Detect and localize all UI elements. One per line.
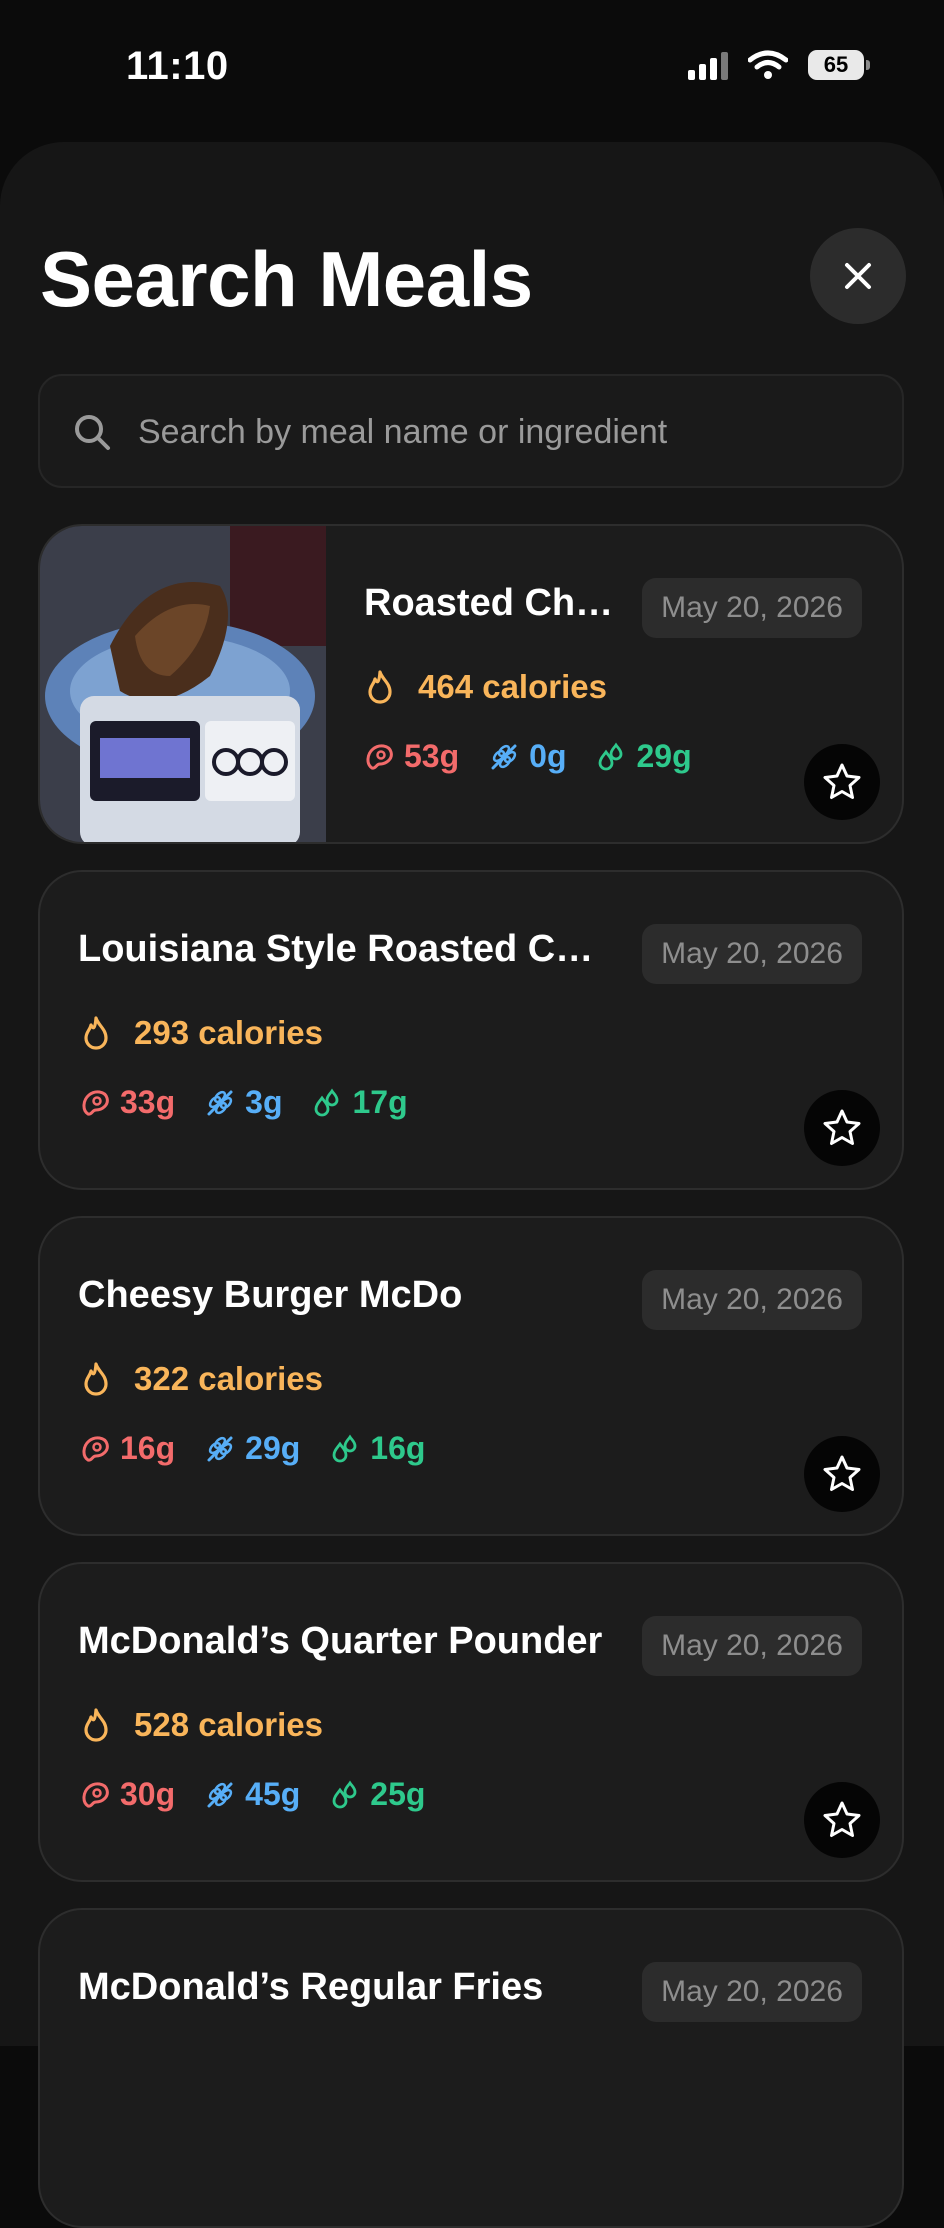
protein-value: 16g: [120, 1430, 176, 1466]
fat-value: 25g: [370, 1776, 426, 1812]
meal-name: Louisiana Style Roasted Ch...: [78, 928, 608, 970]
calories-value: 464 calories: [418, 668, 607, 705]
calories-value: 322 calories: [134, 1360, 323, 1397]
carbs-macro: 45g: [205, 1776, 300, 1813]
flame-icon: [84, 1362, 108, 1396]
fat-macro: 25g: [330, 1776, 425, 1813]
calories-row: 293 calories: [80, 1014, 323, 1052]
star-icon: [823, 1801, 861, 1837]
carbs-macro: 29g: [205, 1430, 300, 1467]
meal-name: Roasted Chi...: [364, 582, 614, 624]
protein-macro: 53g: [364, 738, 459, 775]
fat-macro: 29g: [596, 738, 692, 775]
favorite-button[interactable]: [804, 744, 880, 820]
meat-icon: [82, 1781, 109, 1808]
meal-date: May 20, 2026: [642, 1962, 862, 2022]
flame-icon: [368, 670, 392, 704]
star-icon: [823, 1109, 861, 1145]
macros-row: 53g 0g 29g: [364, 738, 722, 775]
meal-name: McDonald’s Regular Fries: [78, 1966, 544, 2008]
fat-macro: 17g: [312, 1084, 408, 1121]
calories-row: 464 calories: [364, 668, 607, 706]
meal-card[interactable]: Louisiana Style Roasted Ch... May 20, 20…: [38, 870, 904, 1190]
wheat-icon: [207, 1090, 233, 1115]
carbs-macro: 3g: [205, 1084, 282, 1121]
favorite-button[interactable]: [804, 1436, 880, 1512]
star-icon: [823, 763, 861, 799]
battery-icon: 65: [808, 50, 870, 80]
calories-value: 528 calories: [134, 1706, 323, 1743]
calories-row: 322 calories: [80, 1360, 323, 1398]
wheat-icon: [207, 1436, 233, 1461]
status-time: 11:10: [126, 44, 229, 88]
meal-date: May 20, 2026: [642, 1270, 862, 1330]
meal-date: May 20, 2026: [642, 1616, 862, 1676]
droplets-icon: [315, 1087, 339, 1116]
protein-macro: 33g: [80, 1084, 175, 1121]
cellular-signal-icon: [688, 50, 728, 80]
meal-date: May 20, 2026: [642, 578, 862, 638]
meat-icon: [366, 743, 393, 770]
wheat-icon: [491, 744, 517, 769]
calories-value: 293 calories: [134, 1014, 323, 1051]
meal-photo: [40, 526, 326, 842]
macros-row: 16g 29g 16g: [80, 1430, 455, 1467]
macros-row: 30g 45g 25g: [80, 1776, 455, 1813]
carbs-value: 0g: [529, 738, 567, 774]
macros-row: 33g 3g 17g: [80, 1084, 438, 1121]
carbs-value: 3g: [245, 1084, 283, 1120]
protein-macro: 30g: [80, 1776, 175, 1813]
meal-card[interactable]: Roasted Chi... May 20, 2026 464 calories…: [38, 524, 904, 844]
search-meals-sheet: Search Meals Roasted Chi...: [0, 142, 944, 2228]
carbs-value: 29g: [245, 1430, 301, 1466]
protein-macro: 16g: [80, 1430, 175, 1467]
carbs-value: 45g: [245, 1776, 301, 1812]
meal-name: McDonald’s Quarter Pounder: [78, 1620, 603, 1662]
meal-card[interactable]: McDonald’s Quarter Pounder May 20, 2026 …: [38, 1562, 904, 1882]
fat-macro: 16g: [330, 1430, 425, 1467]
meal-date: May 20, 2026: [642, 924, 862, 984]
status-bar: 11:10 65: [0, 0, 944, 140]
fat-value: 29g: [636, 738, 692, 774]
flame-icon: [84, 1016, 108, 1050]
star-icon: [823, 1455, 861, 1491]
search-input[interactable]: [136, 396, 880, 468]
page-title: Search Meals: [40, 235, 533, 323]
carbs-macro: 0g: [489, 738, 566, 775]
close-button[interactable]: [810, 228, 906, 324]
search-icon: [75, 415, 110, 450]
meal-name: Cheesy Burger McDo: [78, 1274, 463, 1316]
droplets-icon: [332, 1433, 357, 1462]
wifi-icon: [748, 50, 788, 79]
favorite-button[interactable]: [804, 1782, 880, 1858]
droplets-icon: [332, 1779, 357, 1808]
fat-value: 17g: [352, 1084, 408, 1120]
protein-value: 53g: [404, 738, 460, 774]
protein-value: 30g: [120, 1776, 176, 1812]
wheat-icon: [207, 1782, 233, 1807]
protein-value: 33g: [120, 1084, 176, 1120]
search-bar[interactable]: [38, 374, 904, 488]
calories-row: 528 calories: [80, 1706, 323, 1744]
meal-card[interactable]: Cheesy Burger McDo May 20, 2026 322 calo…: [38, 1216, 904, 1536]
flame-icon: [84, 1708, 108, 1742]
meal-card[interactable]: McDonald’s Regular Fries May 20, 2026: [38, 1908, 904, 2228]
meat-icon: [82, 1435, 109, 1462]
fat-value: 16g: [370, 1430, 426, 1466]
droplets-icon: [599, 741, 623, 770]
favorite-button[interactable]: [804, 1090, 880, 1166]
status-icons: 65: [688, 50, 870, 80]
close-icon: [845, 263, 871, 289]
meat-icon: [82, 1089, 109, 1116]
